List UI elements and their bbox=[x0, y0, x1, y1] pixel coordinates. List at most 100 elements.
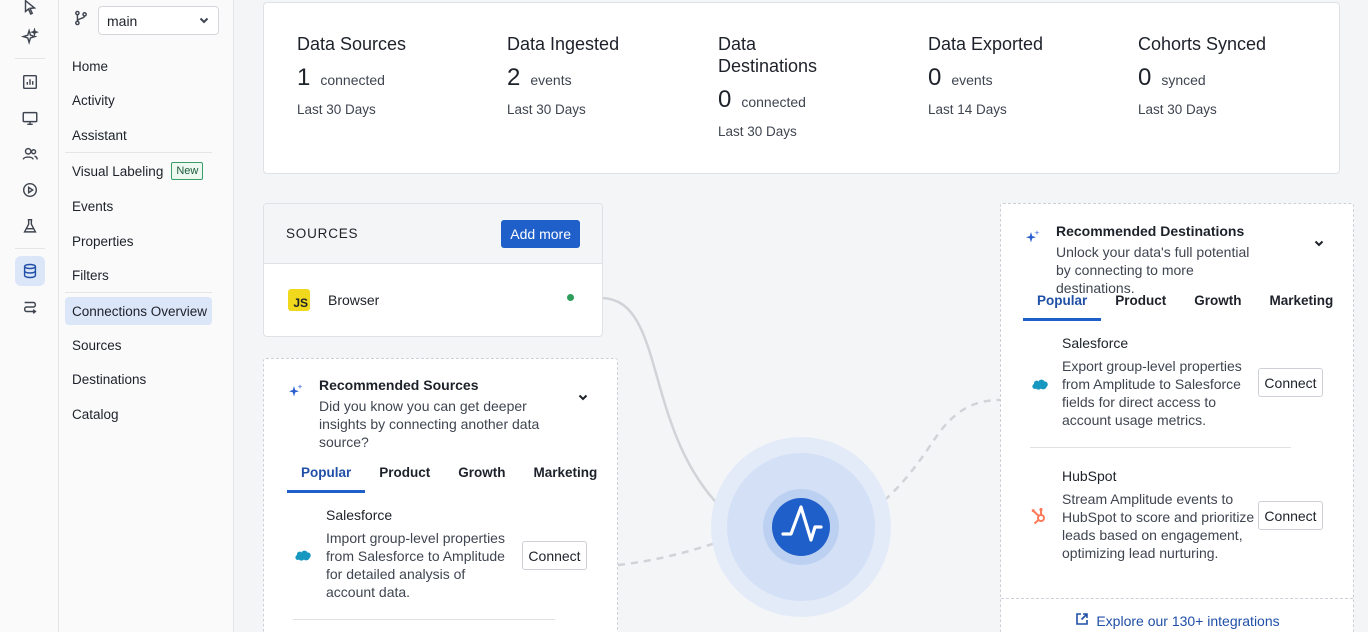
nav-item-destinations[interactable]: Destinations bbox=[65, 365, 212, 393]
nav-item-label: Events bbox=[72, 198, 114, 214]
stat-period: Last 30 Days bbox=[718, 124, 797, 139]
chevron-down-icon[interactable] bbox=[577, 390, 589, 408]
amplitude-hub bbox=[711, 437, 891, 617]
integration-description: Stream Amplitude events to HubSpot to sc… bbox=[1062, 491, 1255, 561]
stat-title: Data Exported bbox=[928, 34, 1044, 54]
tab-marketing[interactable]: Marketing bbox=[1256, 293, 1348, 321]
explore-integrations-label: Explore our 130+ integrations bbox=[1096, 612, 1280, 629]
salesforce-icon bbox=[1031, 377, 1049, 396]
stat-unit: connected bbox=[320, 72, 385, 88]
nav-item-label: Destinations bbox=[72, 371, 147, 387]
nav-item-filters[interactable]: Filters bbox=[65, 261, 212, 289]
nav-item-label: Visual Labeling bbox=[72, 163, 164, 179]
connect-button[interactable]: Connect bbox=[1258, 501, 1323, 530]
nav-item-catalog[interactable]: Catalog bbox=[65, 400, 212, 428]
stat-unit: connected bbox=[741, 94, 806, 110]
nav-item-label: Properties bbox=[72, 233, 134, 249]
chart-icon[interactable] bbox=[15, 67, 45, 97]
branch-select-value: main bbox=[107, 12, 138, 29]
recommended-destinations-description: Unlock your data's full potential by con… bbox=[1056, 244, 1250, 296]
explore-integrations-link[interactable]: Explore our 130+ integrations bbox=[1001, 598, 1353, 632]
monitor-icon[interactable] bbox=[15, 103, 45, 133]
stat-value: 0 bbox=[1138, 64, 1152, 91]
javascript-icon: JS bbox=[288, 289, 310, 311]
tab-marketing[interactable]: Marketing bbox=[520, 465, 612, 493]
tab-popular[interactable]: Popular bbox=[287, 465, 366, 493]
sources-card: SOURCES Add more JS Browser bbox=[263, 203, 603, 337]
nav-item-label: Catalog bbox=[72, 406, 119, 422]
app-window: main Home Activity Assistant Visual Labe… bbox=[0, 0, 1368, 632]
integration-description: Import group-level properties from Sales… bbox=[326, 530, 505, 600]
stat-title: Cohorts Synced bbox=[1138, 34, 1267, 54]
cursor-select-icon[interactable] bbox=[15, 0, 45, 22]
stat-cohorts-synced: Cohorts Synced 0 synced Last 30 Days bbox=[1138, 33, 1328, 117]
sources-header: SOURCES Add more bbox=[264, 204, 602, 264]
tab-product[interactable]: Product bbox=[365, 465, 444, 493]
new-badge: New bbox=[171, 162, 204, 180]
integration-name: Salesforce bbox=[326, 507, 393, 523]
pipeline-icon[interactable] bbox=[15, 292, 45, 322]
nav-item-activity[interactable]: Activity bbox=[65, 86, 212, 114]
nav-item-label: Connections Overview bbox=[72, 303, 208, 319]
stat-title: Data Sources bbox=[297, 34, 407, 54]
tab-product[interactable]: Product bbox=[1101, 293, 1180, 321]
nav-item-label: Sources bbox=[72, 337, 122, 353]
source-name: Browser bbox=[328, 292, 380, 308]
nav-item-events[interactable]: Events bbox=[65, 192, 212, 220]
integration-name: Salesforce bbox=[1062, 335, 1129, 351]
recommended-destinations-header: Recommended Destinations Unlock your dat… bbox=[1056, 223, 1266, 297]
stat-data-exported: Data Exported 0 events Last 14 Days bbox=[928, 33, 1118, 117]
branch-row: main bbox=[72, 6, 219, 35]
recommended-sources-description: Did you know you can get deeper insights… bbox=[319, 398, 540, 450]
stat-value: 0 bbox=[928, 64, 942, 91]
recommended-sources-header: Recommended Sources Did you know you can… bbox=[319, 377, 549, 451]
ai-sparkle-icon[interactable] bbox=[15, 22, 45, 52]
stat-value: 0 bbox=[718, 86, 732, 113]
connect-button[interactable]: Connect bbox=[1258, 368, 1323, 397]
recommended-destinations-tabs: Popular Product Growth Marketing bbox=[1023, 293, 1347, 322]
stats-card: Data Sources 1 connected Last 30 Days Dat… bbox=[263, 2, 1340, 174]
stat-title: Data Ingested bbox=[507, 34, 620, 54]
flask-icon[interactable] bbox=[15, 211, 45, 241]
salesforce-icon bbox=[294, 548, 312, 567]
nav-item-sources[interactable]: Sources bbox=[65, 331, 212, 359]
stat-period: Last 14 Days bbox=[928, 102, 1007, 117]
nav-item-visual-labeling[interactable]: Visual Labeling New bbox=[65, 157, 212, 185]
tab-growth[interactable]: Growth bbox=[444, 465, 519, 493]
chevron-down-icon bbox=[198, 13, 210, 29]
nav-item-label: Assistant bbox=[72, 127, 127, 143]
stat-unit: events bbox=[951, 72, 993, 88]
database-icon[interactable] bbox=[15, 256, 45, 286]
nav-item-label: Home bbox=[72, 58, 109, 74]
add-more-button[interactable]: Add more bbox=[501, 219, 580, 248]
ai-sparkle-icon bbox=[288, 383, 304, 404]
tab-popular[interactable]: Popular bbox=[1023, 293, 1102, 321]
status-dot bbox=[567, 294, 574, 301]
play-circle-icon[interactable] bbox=[15, 175, 45, 205]
nav-item-properties[interactable]: Properties bbox=[65, 227, 212, 255]
stat-data-sources: Data Sources 1 connected Last 30 Days bbox=[297, 33, 487, 117]
integration-description: Export group-level properties from Ampli… bbox=[1062, 358, 1242, 428]
recommended-sources-tabs: Popular Product Growth Marketing bbox=[287, 465, 611, 494]
nav-item-connections-overview[interactable]: Connections Overview bbox=[65, 297, 212, 325]
nav-item-label: Activity bbox=[72, 92, 115, 108]
stat-unit: events bbox=[530, 72, 572, 88]
connect-button[interactable]: Connect bbox=[522, 541, 587, 570]
nav-item-assistant[interactable]: Assistant bbox=[65, 121, 212, 149]
tab-growth[interactable]: Growth bbox=[1180, 293, 1255, 321]
source-row-browser[interactable]: JS Browser bbox=[264, 264, 602, 336]
stat-unit: synced bbox=[1161, 72, 1206, 88]
nav-item-home[interactable]: Home bbox=[65, 52, 212, 80]
stat-data-destinations: Data Destinations 0 connected Last 30 Day… bbox=[718, 33, 838, 139]
recommended-sources-panel: Recommended Sources Did you know you can… bbox=[263, 358, 618, 632]
stat-value: 1 bbox=[297, 64, 311, 91]
stat-value: 2 bbox=[507, 64, 521, 91]
chevron-down-icon[interactable] bbox=[1313, 236, 1325, 254]
integration-salesforce: Salesforce Export group-level properties… bbox=[1062, 335, 1252, 429]
integration-hubspot: HubSpot Stream Amplitude events to HubSp… bbox=[1062, 468, 1257, 562]
users-icon[interactable] bbox=[15, 139, 45, 169]
stat-data-ingested: Data Ingested 2 events Last 30 Days bbox=[507, 33, 697, 117]
ai-sparkle-icon bbox=[1025, 229, 1041, 250]
icon-rail bbox=[0, 0, 59, 632]
branch-select[interactable]: main bbox=[98, 6, 219, 35]
